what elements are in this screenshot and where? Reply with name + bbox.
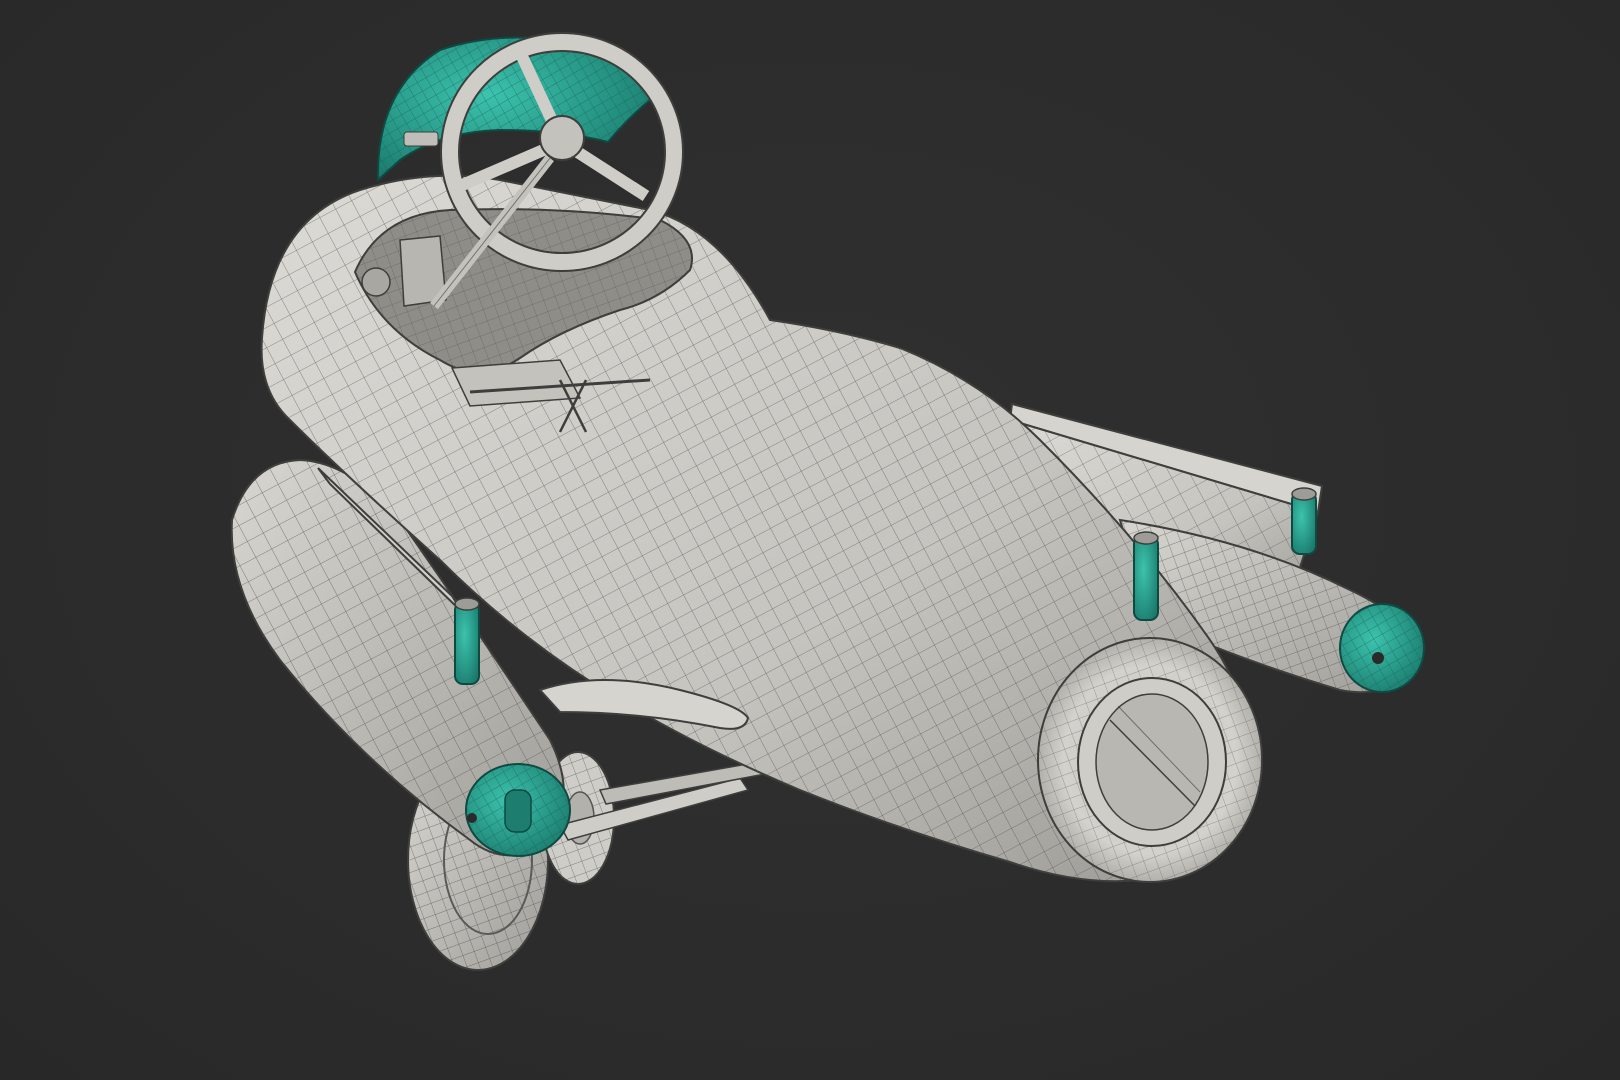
3d-viewport[interactable] — [0, 0, 1620, 1080]
right-fin-post — [1291, 487, 1317, 555]
exhaust-nozzle — [1037, 637, 1263, 883]
left-fin-post — [454, 597, 480, 685]
model-render — [230, 32, 1425, 971]
center-fin-post — [1133, 531, 1159, 621]
